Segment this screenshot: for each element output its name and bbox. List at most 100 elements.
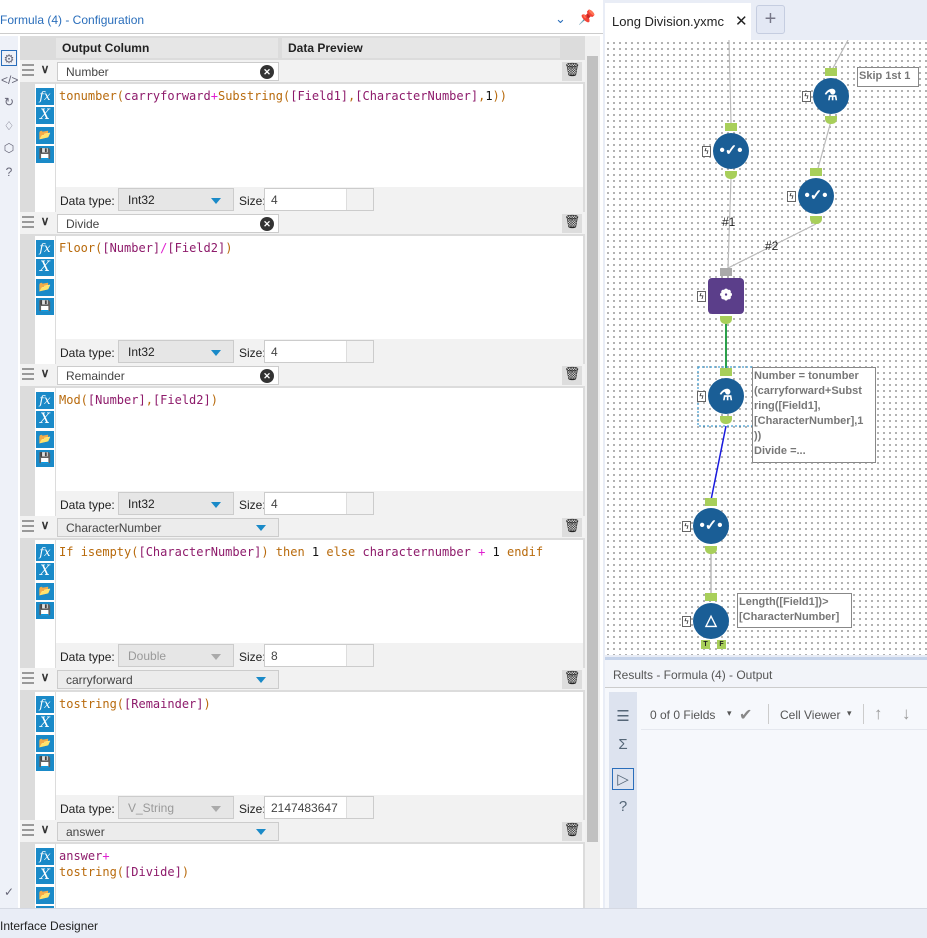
clear-icon[interactable]: ✕ [260, 65, 274, 79]
expression-editor[interactable]: Floor([Number]/[Field2]) [56, 236, 583, 339]
help-icon[interactable]: ? [612, 796, 634, 818]
output-column-field[interactable]: Number ✕ [57, 62, 279, 81]
open-folder-icon[interactable]: 📂 [36, 735, 54, 752]
delete-icon[interactable]: 🗑 [562, 670, 582, 689]
variable-icon[interactable]: X [36, 411, 54, 428]
function-icon[interactable]: fx [36, 392, 54, 409]
open-folder-icon[interactable]: 📂 [36, 279, 54, 296]
size-field[interactable]: 2147483647 [264, 796, 374, 819]
function-icon[interactable]: fx [36, 88, 54, 105]
cube-icon[interactable]: ⬡ [1, 140, 17, 156]
drag-handle[interactable] [22, 216, 34, 230]
expression-editor[interactable]: tonumber(carryforward+Substring([Field1]… [56, 84, 583, 187]
sigma-icon[interactable]: Σ [612, 734, 634, 756]
chevron-down-icon[interactable]: ▾ [727, 708, 732, 719]
delete-icon[interactable]: 🗑 [562, 518, 582, 537]
size-stepper[interactable] [346, 797, 373, 818]
size-field[interactable]: 8 [264, 644, 374, 667]
delete-icon[interactable]: 🗑 [562, 62, 582, 81]
variable-icon[interactable]: X [36, 107, 54, 124]
output-anchor-filter_true[interactable]: T [701, 640, 710, 649]
output-anchor[interactable] [825, 116, 837, 124]
output-column-field[interactable]: carryforward [57, 670, 279, 689]
output-anchor-filter_false[interactable]: F [717, 640, 726, 649]
clear-icon[interactable]: ✕ [260, 369, 274, 383]
select-tool-3[interactable]: •✓• [693, 508, 729, 544]
data-type-select[interactable]: Int32 [118, 340, 234, 363]
drag-handle[interactable] [22, 672, 34, 686]
open-folder-icon[interactable]: 📂 [36, 431, 54, 448]
collapse-chevron-icon[interactable]: ∨ [36, 670, 54, 688]
variable-icon[interactable]: X [36, 563, 54, 580]
output-column-field[interactable]: CharacterNumber [57, 518, 279, 537]
code-icon[interactable]: </> [1, 72, 18, 88]
dropdown-arrow-icon[interactable] [256, 829, 266, 835]
size-stepper[interactable] [346, 645, 373, 666]
connection-icon[interactable]: ↻ [1, 94, 17, 110]
size-stepper[interactable] [346, 493, 373, 514]
checkmark-icon[interactable]: ✔ [739, 705, 752, 725]
arrow-up-icon[interactable]: ↑ [874, 704, 883, 724]
gear-icon[interactable]: ⚙ [1, 50, 17, 66]
save-icon[interactable]: 💾 [36, 450, 54, 467]
new-tab-button[interactable]: + [756, 5, 785, 34]
dropdown-arrow-icon[interactable] [256, 525, 266, 531]
output-anchor[interactable] [720, 316, 732, 324]
size-field[interactable]: 4 [264, 492, 374, 515]
tag-icon[interactable]: ▷ [612, 768, 634, 790]
vertical-scrollbar[interactable] [585, 36, 600, 908]
drag-handle[interactable] [22, 520, 34, 534]
join-tool[interactable]: ❁ [708, 278, 744, 314]
function-icon[interactable]: fx [36, 848, 54, 865]
variable-icon[interactable]: X [36, 259, 54, 276]
output-anchor[interactable] [810, 216, 822, 224]
output-column-field[interactable]: Divide ✕ [57, 214, 279, 233]
chevron-down-icon[interactable]: ⌄ [555, 11, 566, 27]
delete-icon[interactable]: 🗑 [562, 822, 582, 841]
function-icon[interactable]: fx [36, 240, 54, 257]
delete-icon[interactable]: 🗑 [562, 366, 582, 385]
drag-handle[interactable] [22, 64, 34, 78]
input-anchor[interactable] [825, 68, 837, 76]
input-anchor[interactable] [720, 368, 732, 376]
fields-selector[interactable]: 0 of 0 Fields [650, 708, 715, 722]
interface-designer-label[interactable]: Interface Designer [0, 919, 98, 933]
expression-editor[interactable]: Mod([Number],[Field2]) [56, 388, 583, 491]
drag-handle[interactable] [22, 368, 34, 382]
output-anchor[interactable] [705, 546, 717, 554]
collapse-chevron-icon[interactable]: ∨ [36, 366, 54, 384]
tab-long-division[interactable]: Long Division.yxmc ✕ [605, 3, 751, 40]
variable-icon[interactable]: X [36, 867, 54, 884]
collapse-chevron-icon[interactable]: ∨ [36, 822, 54, 840]
function-icon[interactable]: fx [36, 696, 54, 713]
dropdown-arrow-icon[interactable] [256, 677, 266, 683]
table-view-icon[interactable]: ☰ [612, 706, 634, 728]
output-anchor[interactable] [725, 171, 737, 179]
scrollbar-thumb[interactable] [587, 56, 598, 842]
save-icon[interactable]: 💾 [36, 146, 54, 163]
expression-editor[interactable]: answer+ tostring([Divide]) [56, 844, 583, 908]
formula-tool[interactable]: ⚗ [708, 378, 744, 414]
data-type-select[interactable]: Int32 [118, 188, 234, 211]
size-stepper[interactable] [346, 341, 373, 362]
chevron-down-icon[interactable]: ▾ [847, 708, 852, 719]
save-icon[interactable]: 💾 [36, 298, 54, 315]
open-folder-icon[interactable]: 📂 [36, 887, 54, 904]
function-icon[interactable]: fx [36, 544, 54, 561]
expression-editor[interactable]: If isempty([CharacterNumber]) then 1 els… [56, 540, 583, 643]
input-anchor[interactable] [705, 498, 717, 506]
sample-tool[interactable]: ⚗ [813, 78, 849, 114]
select-tool-1[interactable]: •✓• [713, 133, 749, 169]
pin-icon[interactable]: 📌 [578, 9, 595, 26]
delete-icon[interactable]: 🗑 [562, 214, 582, 233]
workflow-canvas[interactable]: ⚗ ϟ •✓• ϟ •✓• ϟ ❁ ϟ ⚗ ϟ •✓• ϟ △ ϟ T F Skip 1st 1 #1 #2 … [605, 40, 927, 655]
open-folder-icon[interactable]: 📂 [36, 127, 54, 144]
input-anchor[interactable] [725, 123, 737, 131]
cell-viewer-dropdown[interactable]: Cell Viewer [780, 708, 840, 722]
size-field[interactable]: 4 [264, 340, 374, 363]
filter-tool[interactable]: △ [693, 603, 729, 639]
variable-icon[interactable]: X [36, 715, 54, 732]
clear-icon[interactable]: ✕ [260, 217, 274, 231]
output-column-field[interactable]: Remainder ✕ [57, 366, 279, 385]
tag-icon[interactable]: ♢ [1, 118, 17, 134]
